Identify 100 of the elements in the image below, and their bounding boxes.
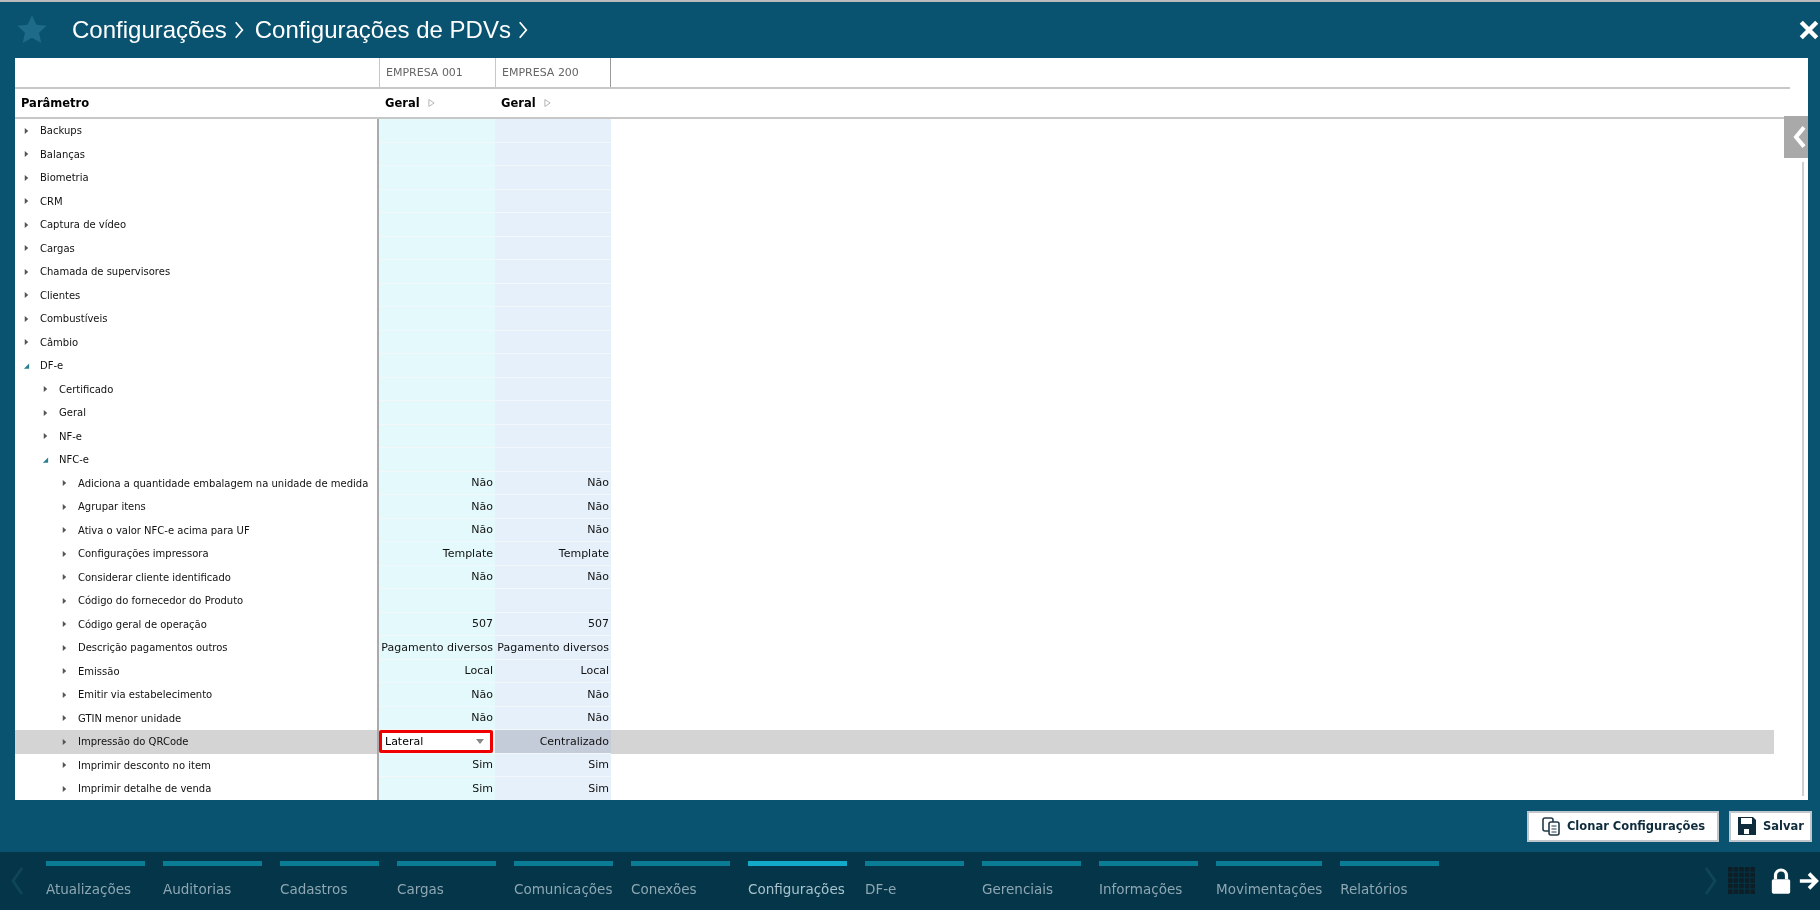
- value-cell: Não: [587, 570, 609, 584]
- tree-row[interactable]: Captura de vídeo: [15, 213, 1774, 237]
- chevron-icon: [232, 19, 245, 41]
- nav-tab[interactable]: Cadastros: [280, 861, 379, 901]
- nav-tab[interactable]: Informações: [1099, 861, 1198, 901]
- parameter-label: Agrupar itens: [78, 501, 146, 513]
- breadcrumb-link[interactable]: Configurações de PDVs: [254, 16, 511, 44]
- nav-tab[interactable]: Atualizações: [46, 861, 145, 901]
- collapsed-arrow-icon[interactable]: [23, 244, 30, 253]
- tree-row[interactable]: Emissão Local Local: [15, 659, 1774, 683]
- collapsed-arrow-icon[interactable]: [61, 667, 68, 676]
- tree-row[interactable]: Biometria: [15, 166, 1774, 190]
- value-cell: Local: [580, 664, 609, 678]
- parameter-label: Código do fornecedor do Produto: [78, 595, 244, 607]
- tree-row[interactable]: Cargas: [15, 236, 1774, 260]
- nav-tab[interactable]: Conexões: [631, 861, 730, 901]
- collapsed-arrow-icon[interactable]: [23, 220, 30, 229]
- tree-row[interactable]: Agrupar itens Não Não: [15, 495, 1774, 519]
- star-icon[interactable]: [16, 14, 48, 46]
- nav-tab[interactable]: Cargas: [397, 861, 496, 901]
- parameter-label: Configurações impressora: [78, 548, 209, 560]
- value-cell: Não: [587, 687, 609, 701]
- collapsed-arrow-icon[interactable]: [61, 690, 68, 699]
- scrollbar[interactable]: [1802, 162, 1804, 796]
- nav-tab[interactable]: Movimentações: [1216, 861, 1323, 901]
- collapsed-arrow-icon[interactable]: [61, 761, 68, 770]
- value-cell: Não: [471, 711, 493, 725]
- value-cell: Não: [471, 523, 493, 537]
- clone-button[interactable]: Clonar Configurações: [1526, 810, 1720, 842]
- collapsed-arrow-icon[interactable]: [23, 338, 30, 347]
- collapsed-arrow-icon[interactable]: [61, 596, 68, 605]
- tree-row[interactable]: Ativa o valor NFC-e acima para UF Não Não: [15, 518, 1774, 542]
- value-cell: Não: [471, 570, 493, 584]
- collapsed-arrow-icon[interactable]: [23, 314, 30, 323]
- tree-row[interactable]: DF-e: [15, 354, 1774, 378]
- tree-row[interactable]: Backups: [15, 119, 1774, 143]
- collapsed-arrow-icon[interactable]: [61, 620, 68, 629]
- tree-row[interactable]: NFC-e: [15, 448, 1774, 472]
- collapsed-arrow-icon[interactable]: [23, 291, 30, 300]
- value-cell: Sim: [472, 781, 493, 795]
- collapsed-arrow-icon[interactable]: [23, 267, 30, 276]
- parameter-label: Geral: [59, 407, 86, 419]
- tree-row[interactable]: Imprimir desconto no item Sim Sim: [15, 753, 1774, 777]
- collapsed-arrow-icon[interactable]: [23, 126, 30, 135]
- tree-row[interactable]: Chamada de supervisores: [15, 260, 1774, 284]
- nav-tab[interactable]: Auditorias: [163, 861, 262, 901]
- value-cell: 507: [588, 617, 609, 631]
- tree-row[interactable]: Código geral de operação 507 507: [15, 612, 1774, 636]
- tree-row[interactable]: Adiciona a quantidade embalagem na unidade de medida Não Não: [15, 471, 1774, 495]
- collapsed-arrow-icon[interactable]: [23, 173, 30, 182]
- value-cell: Local: [464, 664, 493, 678]
- tree-row[interactable]: NF-e: [15, 424, 1774, 448]
- collapsed-arrow-icon[interactable]: [23, 150, 30, 159]
- nav-tab[interactable]: Relatórios: [1340, 861, 1440, 901]
- expanded-arrow-icon[interactable]: [23, 361, 30, 370]
- nav-tab[interactable]: Comunicações: [514, 861, 613, 901]
- save-button[interactable]: Salvar: [1729, 810, 1812, 842]
- column-heading: EMPRESA 001: [379, 58, 495, 87]
- tree-row[interactable]: Código do fornecedor do Produto: [15, 589, 1774, 613]
- collapsed-arrow-icon[interactable]: [61, 479, 68, 488]
- tree-row[interactable]: CRM: [15, 189, 1774, 213]
- tree-row[interactable]: Clientes: [15, 283, 1774, 307]
- tree-row[interactable]: Considerar cliente identificado Não Não: [15, 565, 1774, 589]
- collapsed-arrow-icon[interactable]: [61, 526, 68, 535]
- nav-tab[interactable]: Configurações: [748, 861, 847, 901]
- tree-row[interactable]: Emitir via estabelecimento Não Não: [15, 683, 1774, 707]
- collapsed-arrow-icon[interactable]: [61, 549, 68, 558]
- collapsed-arrow-icon[interactable]: [61, 573, 68, 582]
- collapsed-arrow-icon[interactable]: [23, 197, 30, 206]
- nav-tab[interactable]: DF-e: [865, 861, 964, 901]
- parameter-label: Clientes: [40, 289, 81, 301]
- parameter-label: Câmbio: [40, 336, 79, 348]
- close-icon[interactable]: [1798, 19, 1820, 41]
- collapsed-arrow-icon[interactable]: [42, 385, 49, 394]
- caret-icon[interactable]: [476, 738, 484, 744]
- tree-row[interactable]: Câmbio: [15, 330, 1774, 354]
- tree-row[interactable]: Descrição pagamentos outros Pagamento diversos Pagamento diversos: [15, 636, 1774, 660]
- collapsed-arrow-icon[interactable]: [61, 784, 68, 793]
- tree-row[interactable]: Imprimir detalhe de venda Sim Sim: [15, 777, 1774, 800]
- parameter-label: NF-e: [59, 430, 82, 442]
- value-cell: Não: [587, 499, 609, 513]
- collapsed-arrow-icon[interactable]: [61, 502, 68, 511]
- expanded-arrow-icon[interactable]: [42, 455, 49, 464]
- collapsed-arrow-icon[interactable]: [42, 432, 49, 441]
- value-cell: Pagamento diversos: [381, 640, 493, 654]
- tree-row[interactable]: Balanças: [15, 142, 1774, 166]
- lock-icon[interactable]: [1770, 866, 1792, 896]
- tree-row[interactable]: Certificado: [15, 377, 1774, 401]
- tree-row[interactable]: Configurações impressora Template Template: [15, 542, 1774, 566]
- collapsed-arrow-icon[interactable]: [61, 643, 68, 652]
- tree-row[interactable]: Combustíveis: [15, 307, 1774, 331]
- collapsed-arrow-icon[interactable]: [42, 408, 49, 417]
- collapsed-arrow-icon[interactable]: [61, 714, 68, 723]
- column-heading: Parâmetro: [20, 96, 91, 110]
- collapsed-arrow-icon[interactable]: [61, 737, 68, 746]
- arrow-right-icon[interactable]: [1798, 870, 1820, 892]
- breadcrumb-link[interactable]: Configurações: [72, 16, 227, 44]
- nav-tab[interactable]: Gerenciais: [982, 861, 1081, 901]
- tree-row[interactable]: Geral: [15, 401, 1774, 425]
- dropdown-field[interactable]: Lateral: [379, 730, 493, 753]
